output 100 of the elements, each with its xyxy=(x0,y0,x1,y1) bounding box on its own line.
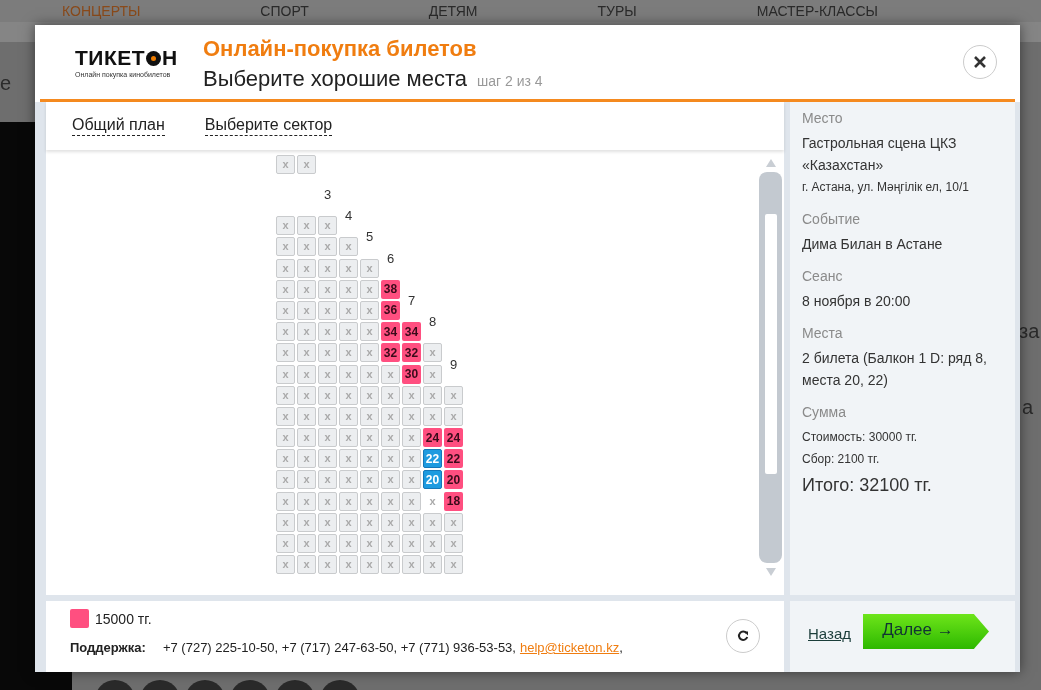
taken-seat: x xyxy=(297,491,316,511)
taken-seat: x xyxy=(318,512,337,532)
row-number: 6 xyxy=(385,250,396,268)
taken-seat: x xyxy=(339,534,358,553)
taken-seat: x xyxy=(402,470,421,490)
summary-value: 2 билета (Балкон 1 D: ряд 8, места 20, 22) xyxy=(802,349,988,390)
taken-seat: x xyxy=(339,385,358,405)
refresh-button[interactable] xyxy=(726,619,760,653)
taken-seat: x xyxy=(381,385,400,405)
taken-seat: x xyxy=(297,534,316,553)
taken-seat: x xyxy=(339,258,358,278)
summary-value: Сбор: 2100 тг. xyxy=(802,451,881,468)
taken-seat: x xyxy=(360,385,379,405)
available-seat[interactable]: 18 xyxy=(444,491,463,511)
taken-seat: x xyxy=(276,555,295,575)
blocked-seat: x xyxy=(423,491,442,511)
summary-label: Места xyxy=(802,325,844,341)
nav-link[interactable]: МАСТЕР-КЛАССЫ xyxy=(756,3,878,19)
available-seat[interactable]: 30 xyxy=(402,364,421,384)
taken-seat: x xyxy=(402,491,421,511)
taken-seat: x xyxy=(276,258,295,278)
summary-label: Сумма xyxy=(802,404,847,420)
available-seat[interactable]: 32 xyxy=(402,343,421,363)
taken-seat: x xyxy=(297,343,316,363)
scroll-up-icon[interactable] xyxy=(764,158,777,168)
nav-link[interactable]: ДЕТЯМ xyxy=(428,3,478,19)
taken-seat: x xyxy=(360,279,379,299)
taken-seat: x xyxy=(276,512,295,532)
taken-seat: x xyxy=(339,364,358,384)
taken-seat: x xyxy=(297,258,316,278)
selected-seat[interactable]: 20 xyxy=(423,470,442,490)
taken-seat: x xyxy=(297,449,316,469)
summary-value: г. Астана, ул. Мәңгілік ел, 10/1 xyxy=(802,179,970,196)
row-number: 7 xyxy=(406,292,417,310)
taken-seat: x xyxy=(276,216,295,236)
available-seat[interactable]: 34 xyxy=(402,322,421,342)
taken-seat: x xyxy=(318,555,337,575)
taken-seat: x xyxy=(339,449,358,469)
support-phones: +7 (727) 225-10-50, +7 (717) 247-63-50, +7 (771) 936-53-53, xyxy=(162,640,516,655)
taken-seat: x xyxy=(360,343,379,363)
taken-seat: x xyxy=(339,491,358,511)
taken-seat: x xyxy=(381,470,400,490)
taken-seat: x xyxy=(276,428,295,448)
taken-seat: x xyxy=(318,406,337,426)
scrollbar-track[interactable] xyxy=(759,172,782,563)
logo-wordmark: ТИКЕТ Н xyxy=(75,46,178,70)
nav-link[interactable]: СПОРТ xyxy=(260,3,309,19)
taken-seat: x xyxy=(276,449,295,469)
selected-seat[interactable]: 22 xyxy=(423,449,442,469)
taken-seat: x xyxy=(339,343,358,363)
summary-value: Стоимость: 30000 тг. xyxy=(802,429,919,446)
available-seat[interactable]: 32 xyxy=(381,343,400,363)
row-number: 3 xyxy=(322,187,333,204)
taken-seat: x xyxy=(339,555,358,575)
map-tab-link[interactable]: Выберите сектор xyxy=(204,116,333,136)
taken-seat: x xyxy=(339,428,358,448)
available-seat[interactable]: 34 xyxy=(381,322,400,342)
support-text: , xyxy=(619,640,623,655)
back-link[interactable]: Назад xyxy=(808,625,851,642)
taken-seat: x xyxy=(276,470,295,490)
taken-seat: x xyxy=(276,237,295,257)
available-seat[interactable]: 20 xyxy=(444,470,463,490)
total-text: Итого: 32100 тг. xyxy=(802,474,933,497)
taken-seat: x xyxy=(360,300,379,320)
map-tab-link[interactable]: Общий план xyxy=(72,116,165,136)
available-seat[interactable]: 36 xyxy=(381,300,400,320)
available-seat[interactable]: 38 xyxy=(381,279,400,299)
refresh-icon xyxy=(737,630,749,642)
background-text: а xyxy=(1022,396,1034,419)
summary-value: 8 ноября в 20:00 xyxy=(802,292,912,311)
available-seat[interactable]: 24 xyxy=(444,428,463,448)
price-label: 15000 тг. xyxy=(95,610,152,627)
taken-seat: x xyxy=(381,555,400,575)
close-button[interactable] xyxy=(963,45,997,79)
taken-seat: x xyxy=(444,555,463,575)
summary-label: Сеанс xyxy=(802,268,844,284)
taken-seat: x xyxy=(297,279,316,299)
taken-seat: x xyxy=(360,512,379,532)
scrollbar-thumb[interactable] xyxy=(764,214,777,474)
summary-value: Гастрольная сцена ЦКЗ «Казахстан» xyxy=(802,134,958,175)
taken-seat: x xyxy=(360,555,379,575)
available-seat[interactable]: 22 xyxy=(444,449,463,469)
scroll-down-icon[interactable] xyxy=(764,567,777,577)
taken-seat: x xyxy=(318,322,337,342)
taken-seat: x xyxy=(423,534,442,553)
available-seat[interactable]: 24 xyxy=(423,428,442,448)
taken-seat: x xyxy=(276,155,295,174)
taken-seat: x xyxy=(402,555,421,575)
taken-seat: x xyxy=(297,322,316,342)
taken-seat: x xyxy=(276,300,295,320)
taken-seat: x xyxy=(297,555,316,575)
taken-seat: x xyxy=(297,428,316,448)
dialog-title: Онлайн-покупка билетов xyxy=(203,36,478,62)
nav-link[interactable]: ТУРЫ xyxy=(597,3,637,19)
taken-seat: x xyxy=(318,279,337,299)
taken-seat: x xyxy=(360,449,379,469)
row-number: 9 xyxy=(448,356,459,374)
taken-seat: x xyxy=(444,406,463,426)
next-button[interactable]: Далее → xyxy=(863,614,989,649)
taken-seat: x xyxy=(297,364,316,384)
